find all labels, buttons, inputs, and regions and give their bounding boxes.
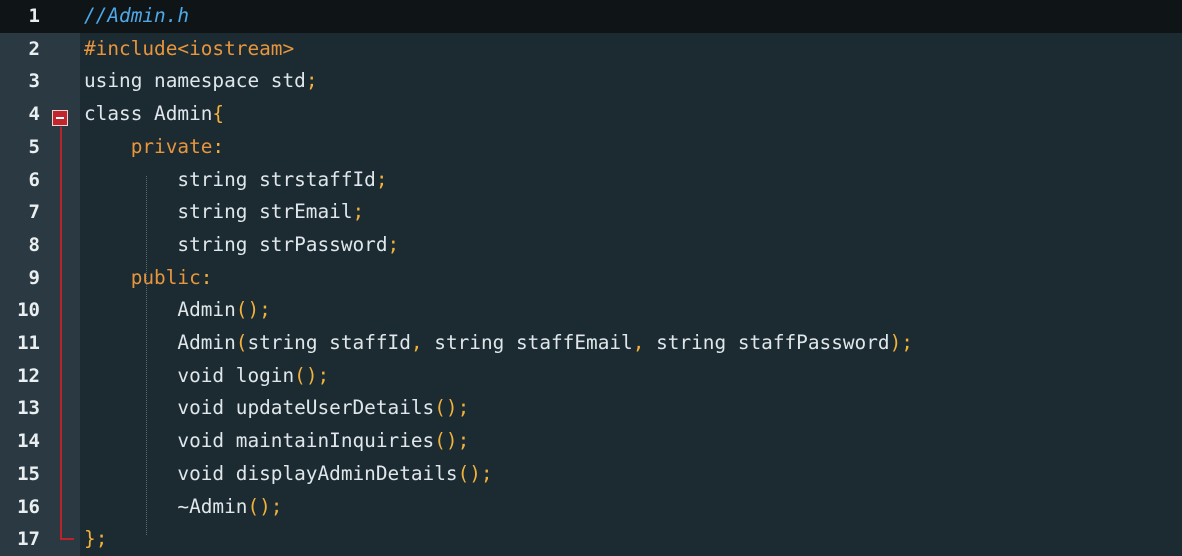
code-text[interactable]: string strstaffId; — [84, 164, 388, 197]
code-text[interactable]: void updateUserDetails(); — [84, 392, 469, 425]
code-text[interactable]: Admin(); — [84, 294, 271, 327]
line-number: 16 — [17, 495, 40, 518]
code-text[interactable]: string strPassword; — [84, 229, 399, 262]
code-line[interactable]: 12 void login(); — [0, 360, 1182, 393]
code-token: ; — [375, 167, 388, 191]
code-token: Admin — [84, 331, 236, 354]
line-number: 12 — [17, 364, 40, 387]
code-token: (); — [434, 396, 470, 420]
indent-guide — [146, 176, 147, 535]
line-number: 3 — [28, 70, 40, 93]
line-number: 17 — [17, 528, 40, 551]
code-token: void updateUserDetails — [84, 396, 435, 420]
code-token: void maintainInquiries — [84, 429, 435, 453]
code-line[interactable]: 1 //Admin.h — [0, 0, 1182, 33]
code-line[interactable]: 2 #include<iostream> — [0, 33, 1182, 66]
code-text[interactable]: }; — [84, 523, 107, 556]
code-line[interactable]: 10 Admin(); — [0, 294, 1182, 327]
line-number: 10 — [17, 299, 40, 322]
code-token: ; — [95, 527, 108, 551]
code-line[interactable]: 14 void maintainInquiries(); — [0, 425, 1182, 458]
code-token: (); — [235, 298, 271, 322]
code-token: string strEmail — [84, 200, 353, 224]
line-number: 4 — [28, 103, 40, 126]
code-token: ); — [889, 331, 913, 354]
code-token: : — [212, 134, 225, 158]
code-token: void displayAdminDetails — [84, 461, 458, 485]
code-token: ; — [387, 232, 400, 256]
code-token: using namespace std — [84, 69, 306, 93]
code-token: ( — [235, 331, 248, 354]
code-line[interactable]: 16 ~Admin(); — [0, 491, 1182, 524]
line-number: 6 — [28, 168, 40, 191]
code-text[interactable]: using namespace std; — [84, 65, 318, 98]
code-token: ; — [352, 200, 365, 224]
code-line[interactable]: 8 string strPassword; — [0, 229, 1182, 262]
code-text[interactable]: class Admin{ — [84, 98, 224, 131]
code-line[interactable]: 11 Admin(string staffId, string staffEma… — [0, 327, 1182, 360]
code-token: public — [84, 265, 201, 289]
code-token: string strPassword — [84, 232, 388, 256]
code-token: (); — [434, 429, 470, 453]
code-line[interactable]: 9 public: — [0, 262, 1182, 295]
code-editor[interactable]: 1 //Admin.h 2 #include<iostream> 3 using name… — [0, 0, 1182, 556]
line-number: 5 — [28, 135, 40, 158]
code-line[interactable]: 7 string strEmail; — [0, 196, 1182, 229]
code-text[interactable]: void maintainInquiries(); — [84, 425, 469, 458]
code-token: class Admin — [84, 102, 213, 126]
code-text[interactable]: string strEmail; — [84, 196, 364, 229]
code-token: #include<iostream> — [84, 36, 295, 60]
code-token: string staffPassword — [644, 331, 890, 354]
fold-range-line — [60, 127, 62, 540]
code-token: Admin — [84, 298, 236, 322]
code-token: string strstaffId — [84, 167, 376, 191]
code-text[interactable]: private: — [84, 131, 224, 164]
code-text[interactable]: #include<iostream> — [84, 33, 294, 66]
code-token: private — [84, 134, 213, 158]
line-number: 9 — [28, 266, 40, 289]
line-number: 15 — [17, 462, 40, 485]
code-line[interactable]: 15 void displayAdminDetails(); — [0, 458, 1182, 491]
code-token: (); — [294, 363, 330, 387]
line-number: 13 — [17, 397, 40, 420]
line-number: 8 — [28, 233, 40, 256]
code-token: void login — [84, 363, 295, 387]
code-token: ; — [305, 69, 318, 93]
code-line[interactable]: 3 using namespace std; — [0, 65, 1182, 98]
code-token: string staffId — [247, 331, 411, 354]
collapse-minus-icon[interactable] — [52, 110, 68, 126]
code-line[interactable]: 4 class Admin{ — [0, 98, 1182, 131]
code-token: : — [200, 265, 213, 289]
code-token: string staffEmail — [422, 331, 633, 354]
code-text[interactable]: Admin(string staffId, string staffEmail,… — [84, 327, 913, 360]
code-token: (); — [457, 461, 493, 485]
fold-range-end — [60, 538, 74, 540]
code-line[interactable]: 13 void updateUserDetails(); — [0, 392, 1182, 425]
line-number: 1 — [28, 5, 40, 27]
code-line[interactable]: 17}; — [0, 523, 1182, 556]
code-text[interactable]: //Admin.h — [84, 0, 189, 33]
code-text[interactable]: public: — [84, 262, 213, 295]
code-text[interactable]: void login(); — [84, 360, 329, 393]
line-number: 14 — [17, 430, 40, 453]
code-token: //Admin.h — [84, 4, 190, 27]
code-token: ~Admin — [84, 494, 248, 518]
code-line[interactable]: 6 string strstaffId; — [0, 164, 1182, 197]
line-number: 11 — [17, 332, 40, 354]
code-token: { — [212, 102, 225, 126]
code-token: , — [410, 331, 423, 354]
code-token: , — [632, 331, 645, 354]
code-line[interactable]: 5 private: — [0, 131, 1182, 164]
line-number: 2 — [28, 37, 40, 60]
code-text[interactable]: ~Admin(); — [84, 491, 282, 524]
code-token: } — [84, 527, 96, 551]
line-number: 7 — [28, 201, 40, 224]
code-token: (); — [247, 494, 283, 518]
